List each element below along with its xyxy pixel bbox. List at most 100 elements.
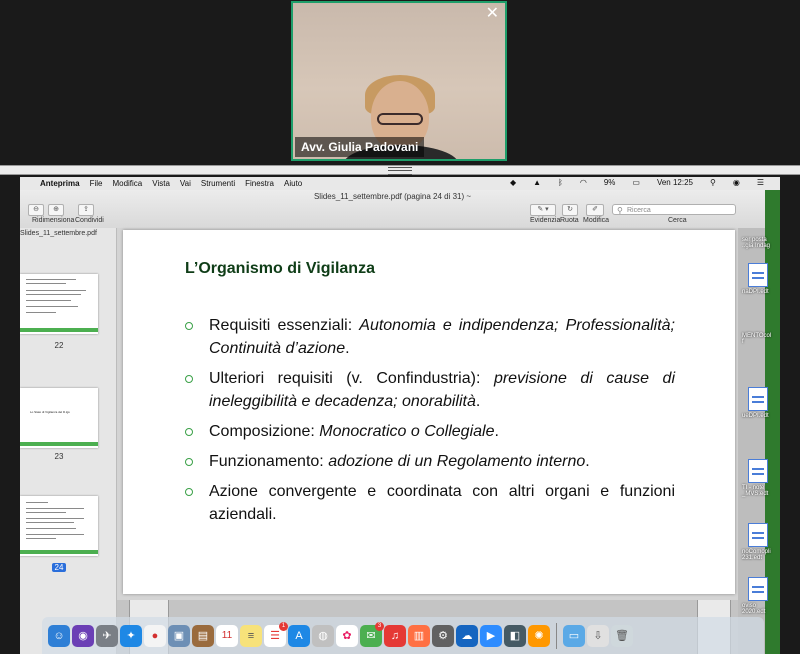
notes-book-icon[interactable]: ▤ xyxy=(192,624,214,647)
photos-icon[interactable]: ✿ xyxy=(336,624,358,647)
page-number-24: 24 xyxy=(20,563,98,572)
markup-icon[interactable]: ✐ xyxy=(586,204,604,216)
rotate-icon[interactable]: ↻ xyxy=(562,204,578,216)
bullet-tail: . xyxy=(475,393,481,410)
slide-bullet-list: Requisiti essenziali: Autonomia e indipe… xyxy=(185,314,675,533)
participant-glasses xyxy=(377,113,423,125)
thumb-23-title: Lo Stato di Vigilanza del D.lgs xyxy=(30,410,70,414)
messages-icon[interactable]: ✉ 3 xyxy=(360,621,384,647)
page-thumbnail-22[interactable] xyxy=(20,274,98,334)
zoom-in-icon[interactable]: ⊕ xyxy=(48,204,64,216)
siri-icon[interactable]: ◉ xyxy=(72,624,94,647)
bullet-text: Requisiti essenziali: xyxy=(209,317,360,334)
desktop-file[interactable]: TI - note _MVS.edt xyxy=(742,459,774,497)
search-input[interactable]: ⚲ Ricerca xyxy=(612,204,736,215)
preview-toolbar: Slides_11_settembre.pdf (pagina 24 di 31… xyxy=(20,190,765,229)
battery-icon[interactable]: ▭ xyxy=(632,178,640,187)
desktop-file-name: noComopli 231.edt xyxy=(742,549,771,561)
document-icon xyxy=(748,263,768,287)
page-thumbnail-23[interactable]: Lo Stato di Vigilanza del D.lgs xyxy=(20,388,98,448)
bluetooth-icon[interactable]: ᛒ xyxy=(558,178,563,187)
desktop-file[interactable]: noComopli 231.edt xyxy=(742,523,774,561)
books-icon[interactable]: ▥ xyxy=(408,624,430,647)
mac-dock: ☺ ◉ ✈ ✦ ● ▣ ▤ 11 ≡ ☰ 1 A ◍ ✿ ✉ 3 ♫ ▥ ⚙ ☁ ▶… xyxy=(42,617,764,654)
desktop-file[interactable]: MENTOcol f xyxy=(742,333,774,345)
spotlight-icon[interactable]: ⚲ xyxy=(710,178,716,187)
page-thumbnail-24[interactable] xyxy=(20,496,98,556)
search-label: Cerca xyxy=(668,217,687,224)
resize-divider[interactable] xyxy=(0,165,800,175)
desktop-file-name: naDPI.edt xyxy=(742,289,769,295)
battery-percent[interactable]: 9% xyxy=(604,178,616,187)
wifi-icon[interactable]: ◠ xyxy=(580,178,587,187)
bullet-text: Azione convergente e coordinata con altr… xyxy=(209,483,675,523)
bullet-circle-icon xyxy=(185,375,193,383)
desktop-file[interactable]: ser posta ..gia Indag xyxy=(742,237,774,249)
desktop-file-name: ser posta ..gia Indag xyxy=(742,237,771,249)
notes-icon[interactable]: ≡ xyxy=(240,624,262,647)
sidebar-file-name: Slides_11_settembre.pdf xyxy=(20,230,97,237)
resize-label: Ridimensiona xyxy=(32,217,75,224)
chrome-icon[interactable]: ● xyxy=(144,624,166,647)
reminders-icon[interactable]: ☰ 1 xyxy=(264,621,288,647)
search-placeholder: Ricerca xyxy=(627,207,651,214)
close-icon[interactable]: ✕ xyxy=(486,5,499,23)
slide-title: L’Organismo di Vigilanza xyxy=(185,260,375,277)
trash-icon[interactable]: 🗑 xyxy=(611,624,633,647)
bullet-circle-icon xyxy=(185,428,193,436)
preview-icon[interactable]: ▣ xyxy=(168,624,190,647)
slide-bullet: Funzionamento: adozione di un Regolament… xyxy=(185,450,675,473)
downloads-icon[interactable]: ⇩ xyxy=(587,624,609,647)
finder-icon[interactable]: ☺ xyxy=(48,624,70,647)
launchpad-icon[interactable]: ✈ xyxy=(96,624,118,647)
shared-screen: Anteprima File Modifica Vista Vai Strume… xyxy=(20,177,780,654)
thumbnail-sidebar[interactable]: Slides_11_settembre.pdf 22 Lo Stato di V… xyxy=(20,228,117,654)
cloud-icon[interactable]: ☁ xyxy=(456,624,478,647)
page-number-23: 23 xyxy=(54,452,64,461)
menu-window[interactable]: Finestra xyxy=(245,179,274,188)
highlight-icon[interactable]: ✎ ▾ xyxy=(530,204,556,216)
slide-bullet: Ulteriori requisiti (v. Confindustria): … xyxy=(185,367,675,413)
menu-tools[interactable]: Strumenti xyxy=(201,179,235,188)
image-capture-icon[interactable]: ◧ xyxy=(504,624,526,647)
menu-edit[interactable]: Modifica xyxy=(112,179,142,188)
app-store-icon[interactable]: A xyxy=(288,624,310,647)
document-view[interactable]: L’Organismo di Vigilanza Requisiti essen… xyxy=(117,228,738,654)
zoom-icon[interactable]: ▶ xyxy=(480,624,502,647)
zoom-out-icon[interactable]: ⊖ xyxy=(28,204,44,216)
desktop-file-name: MENTOcol f xyxy=(742,333,772,345)
notification-center-icon[interactable]: ☰ xyxy=(757,178,764,187)
music-icon[interactable]: ♫ xyxy=(384,624,406,647)
calendar-icon[interactable]: 11 xyxy=(216,624,238,647)
dropbox-icon[interactable]: ◆ xyxy=(510,178,516,187)
menu-file[interactable]: File xyxy=(90,179,103,188)
slide-bullet: Azione convergente e coordinata con altr… xyxy=(185,480,675,526)
safari-icon[interactable]: ✦ xyxy=(120,624,142,647)
drag-handle-icon[interactable] xyxy=(388,167,412,175)
control-center-icon[interactable]: ◉ xyxy=(733,178,740,187)
folder-icon[interactable]: ▭ xyxy=(563,624,585,647)
menu-go[interactable]: Vai xyxy=(180,179,191,188)
upload-icon[interactable]: ▲ xyxy=(533,178,541,187)
desktop-file[interactable]: naDPI.edt xyxy=(742,263,774,295)
bullet-text: Funzionamento: xyxy=(209,453,329,470)
bullet-tail: . xyxy=(494,423,499,440)
desktop-file[interactable]: ueDPI.edt xyxy=(742,387,774,419)
menu-help[interactable]: Aiuto xyxy=(284,179,302,188)
sunflower-icon[interactable]: ✺ xyxy=(528,624,550,647)
reminders-badge: 1 xyxy=(279,621,288,631)
bullet-text: Composizione: xyxy=(209,423,320,440)
search-icon: ⚲ xyxy=(617,206,623,215)
desktop-file[interactable]: oviso 2020.edt xyxy=(742,577,774,615)
participant-video-tile[interactable]: ✕ Avv. Giulia Padovani xyxy=(291,1,507,161)
photo-booth-icon[interactable]: ◍ xyxy=(312,624,334,647)
bullet-tail: . xyxy=(345,340,350,357)
share-icon[interactable]: ⇪ xyxy=(78,204,94,216)
desktop-files: ser posta ..gia Indag naDPI.edt MENTOcol… xyxy=(738,237,780,627)
slide-page: L’Organismo di Vigilanza Requisiti essen… xyxy=(123,230,735,594)
menubar-clock[interactable]: Ven 12:25 xyxy=(657,178,693,187)
menu-view[interactable]: Vista xyxy=(152,179,170,188)
menubar-status-area: ◆ ▲ ᛒ ◠ 9% ▭ Ven 12:25 ⚲ ◉ ☰ xyxy=(510,178,774,187)
system-preferences-icon[interactable]: ⚙ xyxy=(432,624,454,647)
menu-app-name[interactable]: Anteprima xyxy=(40,179,80,188)
